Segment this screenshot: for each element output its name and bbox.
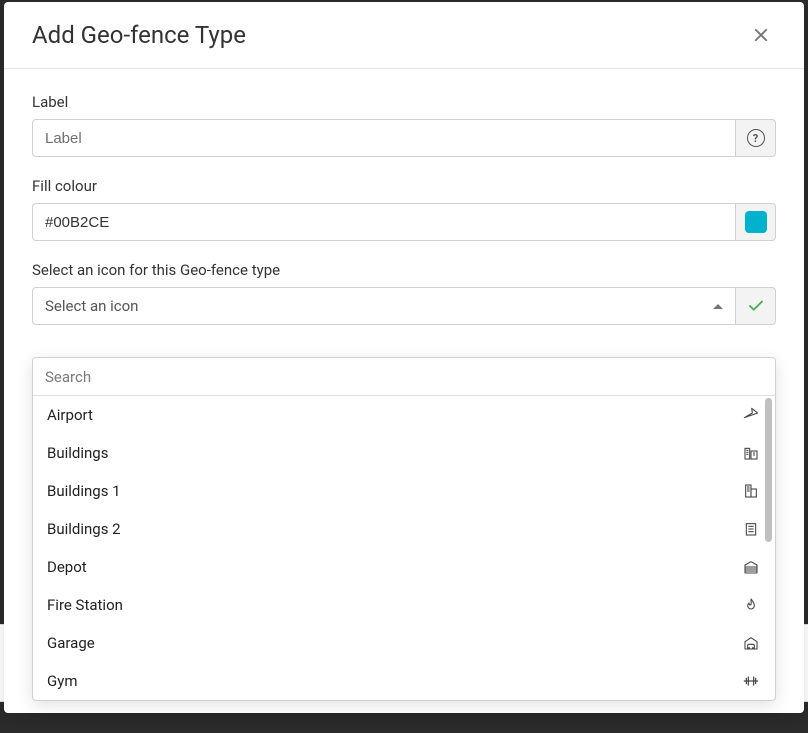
icon-option-buildings2[interactable]: Buildings 2 — [33, 510, 775, 548]
close-button[interactable] — [746, 20, 776, 50]
colour-input-row — [32, 203, 776, 241]
garage-icon — [743, 635, 759, 651]
buildings1-icon — [743, 483, 759, 499]
buildings2-icon — [743, 521, 759, 537]
fill-colour-input[interactable] — [32, 203, 736, 241]
icon-select-label: Select an icon for this Geo-fence type — [32, 261, 776, 279]
close-icon — [752, 26, 770, 44]
icon-option-label: Buildings 1 — [47, 482, 121, 500]
depot-icon — [743, 559, 759, 575]
check-icon — [747, 297, 765, 315]
firestation-icon — [743, 597, 759, 613]
icon-option-label: Garage — [47, 634, 95, 652]
help-icon: ? — [747, 129, 765, 147]
icon-select-value: Select an icon — [45, 297, 138, 315]
label-field-label: Label — [32, 93, 776, 111]
icon-option-garage[interactable]: Garage — [33, 624, 775, 662]
icon-confirm-button[interactable] — [736, 287, 776, 325]
colour-swatch-icon — [745, 211, 767, 233]
add-geofence-modal: Add Geo-fence Type Label ? Fill colour — [4, 2, 804, 713]
icon-option-label: Buildings 2 — [47, 520, 121, 538]
modal-body: Label ? Fill colour Select an icon for t… — [4, 69, 804, 333]
colour-field-label: Fill colour — [32, 177, 776, 195]
label-help-button[interactable]: ? — [736, 119, 776, 157]
icon-select[interactable]: Select an icon — [32, 287, 736, 325]
label-input[interactable] — [32, 119, 736, 157]
icon-option-airport[interactable]: Airport — [33, 396, 775, 434]
icon-option-depot[interactable]: Depot — [33, 548, 775, 586]
icon-option-list[interactable]: Airport Buildings Buildings 1 Buildings 2 De… — [33, 396, 775, 700]
icon-option-label: Airport — [47, 406, 93, 424]
icon-option-label: Gym — [47, 672, 77, 690]
label-input-row: ? — [32, 119, 776, 157]
icon-option-firestation[interactable]: Fire Station — [33, 586, 775, 624]
modal-header: Add Geo-fence Type — [4, 2, 804, 69]
icon-option-buildings[interactable]: Buildings — [33, 434, 775, 472]
colour-picker-button[interactable] — [736, 203, 776, 241]
airport-icon — [743, 407, 759, 423]
scrollbar-thumb[interactable] — [765, 398, 772, 542]
modal-title: Add Geo-fence Type — [32, 21, 246, 49]
icon-select-row: Select an icon — [32, 287, 776, 325]
chevron-up-icon — [713, 304, 723, 309]
gym-icon — [743, 673, 759, 689]
icon-option-label: Depot — [47, 558, 87, 576]
icon-select-group: Select an icon for this Geo-fence type S… — [32, 261, 776, 325]
icon-option-buildings1[interactable]: Buildings 1 — [33, 472, 775, 510]
icon-search-input[interactable] — [33, 358, 775, 396]
icon-option-label: Fire Station — [47, 596, 123, 614]
colour-group: Fill colour — [32, 177, 776, 241]
label-group: Label ? — [32, 93, 776, 157]
icon-option-label: Buildings — [47, 444, 108, 462]
icon-dropdown: Airport Buildings Buildings 1 Buildings 2 De… — [32, 357, 776, 701]
icon-option-gym[interactable]: Gym — [33, 662, 775, 700]
scrollbar[interactable] — [765, 398, 772, 698]
buildings-icon — [743, 445, 759, 461]
